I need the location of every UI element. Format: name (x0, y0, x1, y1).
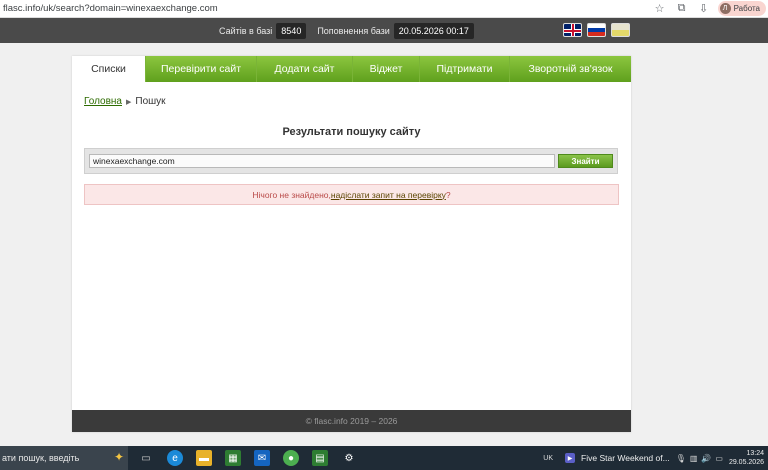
nav-item-widget[interactable]: Віджет (353, 56, 420, 82)
updated-label: Поповнення бази (317, 25, 390, 36)
downloads-icon[interactable]: ⇩ (696, 1, 712, 17)
page-title: Результати пошуку сайту (282, 126, 421, 138)
main-container: Списки Перевірити сайт Додати сайт Відже… (72, 56, 631, 432)
ukrainian-flag-icon[interactable] (611, 23, 630, 37)
alert-end: ? (445, 189, 451, 200)
breadcrumb-current: Пошук (135, 96, 166, 107)
volume-icon[interactable]: 🔊 (701, 454, 711, 463)
media-play-icon: ▶ (565, 453, 576, 463)
english-flag-icon[interactable] (563, 23, 582, 37)
keyboard-language[interactable]: UK (543, 455, 553, 462)
nav-item-add-site[interactable]: Додати сайт (257, 56, 353, 82)
taskbar: ати пошук, введіть ✦ ▭ e ▬ ▦ ✉ ● ▤ ⚙ UK … (0, 446, 768, 470)
domain-search-input[interactable] (89, 154, 555, 168)
search-form: Знайти (84, 148, 618, 174)
nav-item-support[interactable]: Підтримати (420, 56, 510, 82)
chrome-browser-icon[interactable]: ● (283, 450, 299, 466)
sites-count-value: 8540 (276, 22, 307, 39)
microphone-icon[interactable]: 🎙 (676, 454, 686, 463)
breadcrumb-arrow-icon: ▶ (126, 98, 132, 106)
bookmark-star-icon[interactable]: ☆ (652, 1, 668, 17)
address-bar[interactable]: flasc.info/uk/search?domain=winexaexchan… (0, 3, 652, 14)
clock[interactable]: 13:24 29.05.2026 (729, 449, 764, 467)
profile-button[interactable]: Л Работа (717, 1, 766, 16)
calculator-icon[interactable]: ▤ (312, 450, 328, 466)
nav-item-feedback[interactable]: Зворотній зв'язок (510, 56, 631, 82)
language-switcher (563, 23, 630, 37)
task-view-icon[interactable]: ▭ (138, 450, 154, 466)
settings-gear-icon[interactable]: ⚙ (341, 450, 357, 466)
network-icon[interactable]: ▥ (690, 454, 698, 463)
edge-browser-icon[interactable]: e (167, 450, 183, 466)
taskbar-search-text: ати пошук, введіть (2, 453, 80, 463)
extensions-icon[interactable]: ⧉ (674, 1, 690, 17)
clock-date: 29.05.2026 (728, 459, 764, 466)
search-button[interactable]: Знайти (558, 154, 613, 168)
nav-item-lists[interactable]: Списки (72, 56, 146, 82)
main-nav: Списки Перевірити сайт Додати сайт Відже… (72, 56, 631, 82)
nav-item-check-site[interactable]: Перевірити сайт (146, 56, 257, 82)
breadcrumb-home-link[interactable]: Головна (84, 96, 122, 107)
clock-time: 13:24 (746, 450, 764, 457)
breadcrumb: Головна ▶ Пошук (84, 96, 166, 107)
footer: © flasc.info 2019 – 2026 (72, 410, 631, 432)
sites-count-label: Сайтів в базі (219, 25, 273, 36)
profile-avatar: Л (719, 3, 731, 14)
browser-toolbar: flasc.info/uk/search?domain=winexaexchan… (0, 0, 768, 18)
copilot-sparkle-icon: ✦ (113, 450, 124, 464)
russian-flag-icon[interactable] (587, 23, 606, 37)
stats-bar: Сайтів в базі 8540 Поповнення бази 20.05… (0, 18, 768, 43)
not-found-alert: Нічого не знайдено, надіслати запит на п… (84, 184, 619, 205)
mail-icon[interactable]: ✉ (254, 450, 270, 466)
profile-label: Работа (733, 4, 760, 13)
system-tray: UK ▶ Five Star Weekend of... 🎙 ▥ 🔊 ▭ 13:… (543, 446, 768, 470)
updated-value: 20.05.2026 00:17 (393, 22, 474, 39)
media-title: Five Star Weekend of... (581, 453, 670, 463)
media-widget[interactable]: ▶ Five Star Weekend of... (565, 453, 670, 463)
file-explorer-icon[interactable]: ▬ (196, 450, 212, 466)
battery-icon[interactable]: ▭ (715, 454, 723, 463)
alert-text: Нічого не знайдено, (252, 189, 331, 200)
taskbar-search[interactable]: ати пошук, введіть ✦ (0, 446, 128, 470)
store-icon[interactable]: ▦ (225, 450, 241, 466)
tray-icons: 🎙 ▥ 🔊 ▭ (676, 454, 723, 463)
submit-request-link[interactable]: надіслати запит на перевірку (331, 190, 446, 200)
